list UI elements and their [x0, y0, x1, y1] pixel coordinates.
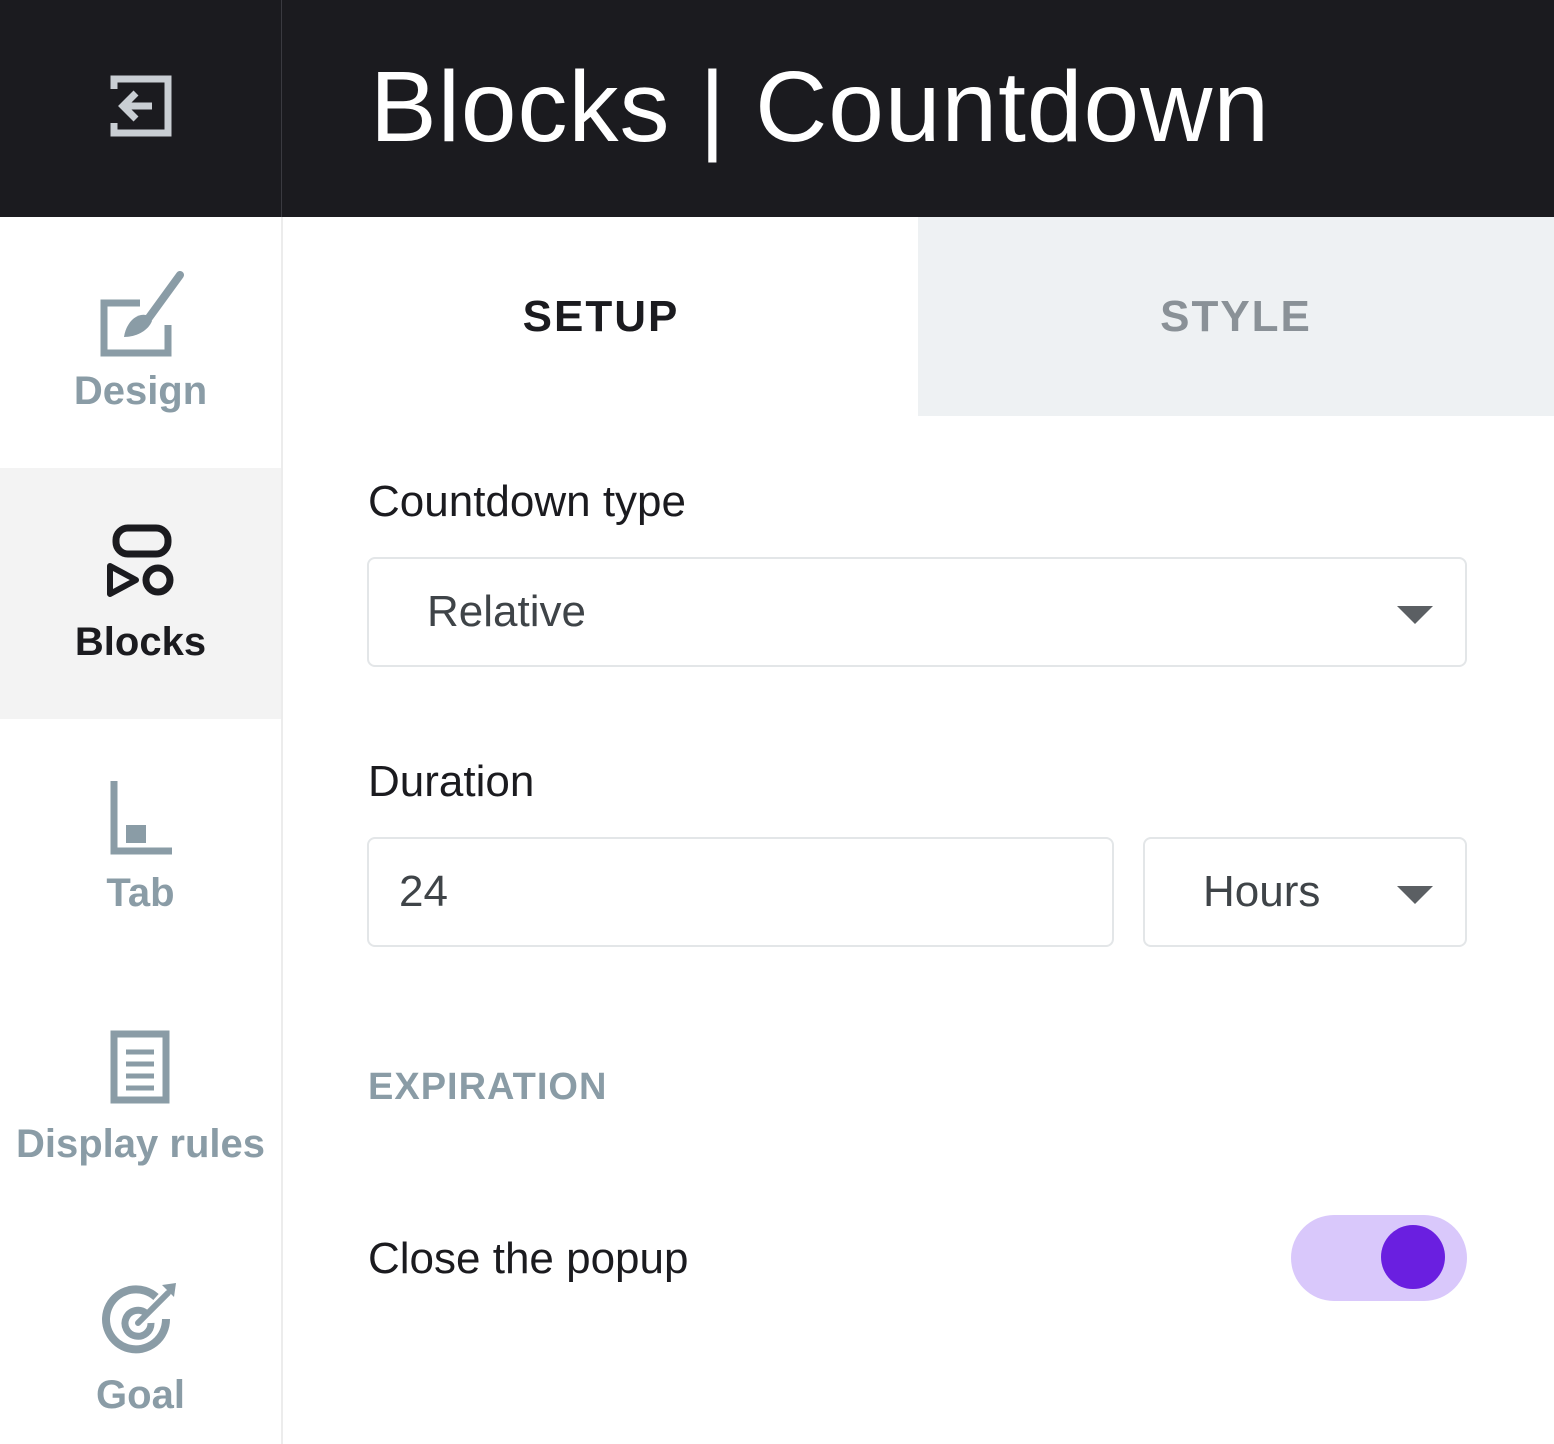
chevron-down-icon [1397, 886, 1433, 904]
duration-label: Duration [368, 757, 535, 806]
sidebar-item-goal[interactable]: Goal [0, 1221, 281, 1444]
sidebar-item-design[interactable]: Design [0, 217, 281, 468]
sidebar-item-label: Blocks [74, 620, 207, 664]
duration-unit-select[interactable]: Hours [1143, 837, 1467, 947]
countdown-type-value: Relative [427, 587, 586, 636]
toggle-knob [1381, 1225, 1445, 1289]
chevron-down-icon [1397, 606, 1433, 624]
back-button[interactable] [0, 0, 282, 217]
tab-style[interactable]: STYLE [918, 217, 1554, 416]
sidebar-item-label: Design [73, 369, 208, 413]
sidebar-item-label: Goal [96, 1373, 185, 1417]
sidebar-item-display-rules[interactable]: Display rules [0, 970, 281, 1221]
tab-icon [96, 773, 186, 863]
target-icon [96, 1275, 186, 1365]
top-bar: Blocks | Countdown [0, 0, 1554, 217]
blocks-shapes-icon [96, 522, 186, 612]
tab-bar: SETUP STYLE [284, 217, 1554, 416]
close-popup-label: Close the popup [368, 1234, 689, 1283]
sidebar: Design Blocks Tab Display rules Goal [0, 217, 283, 1444]
page-title: Blocks | Countdown [370, 51, 1270, 163]
sidebar-item-blocks[interactable]: Blocks [0, 468, 281, 719]
countdown-type-select[interactable]: Relative [367, 557, 1467, 667]
sidebar-item-label: Display rules [15, 1122, 265, 1166]
sidebar-item-label: Tab [106, 871, 175, 915]
tab-setup[interactable]: SETUP [284, 217, 918, 416]
close-popup-toggle[interactable] [1291, 1215, 1467, 1301]
duration-unit-value: Hours [1203, 867, 1321, 916]
expiration-heading: EXPIRATION [368, 1066, 608, 1108]
countdown-type-label: Countdown type [368, 477, 686, 526]
paintbrush-icon [96, 271, 186, 361]
duration-input[interactable] [367, 837, 1114, 947]
sidebar-item-tab[interactable]: Tab [0, 719, 281, 970]
document-list-icon [96, 1024, 186, 1114]
exit-arrow-icon [106, 71, 176, 146]
